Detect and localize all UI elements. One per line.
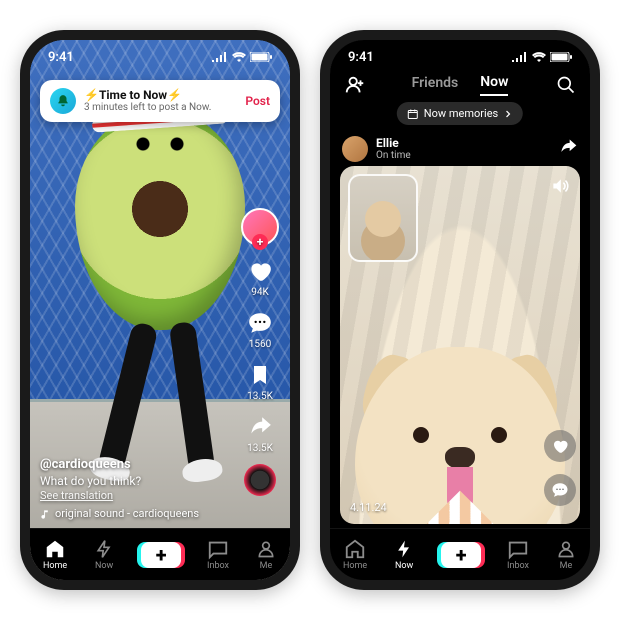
share-icon <box>245 412 275 442</box>
tab-home-label-2: Home <box>343 561 367 571</box>
now-like-button[interactable] <box>544 430 576 462</box>
tab-home-2[interactable]: Home <box>343 538 367 571</box>
now-memories-chip[interactable]: Now memories <box>397 102 523 125</box>
battery-icon <box>550 52 572 62</box>
author-avatar[interactable]: + <box>241 208 279 246</box>
bookmark-icon <box>245 360 275 390</box>
tab-now-label: Now <box>95 561 113 571</box>
comment-button[interactable]: 1560 <box>245 308 275 350</box>
now-comment-button[interactable] <box>544 474 576 506</box>
now-timestamp: 4.11.24 <box>350 501 387 514</box>
screen-left: 9:41 ⚡Time to Now⚡ 3 minutes left to pos… <box>30 40 290 580</box>
like-count: 94K <box>251 287 269 298</box>
comment-icon <box>245 308 275 338</box>
poster-meta: Ellie On time <box>376 137 411 161</box>
bell-icon <box>50 88 76 114</box>
profile-icon <box>555 538 577 560</box>
tab-home-label: Home <box>43 561 67 571</box>
selfie-thumbnail[interactable] <box>348 174 418 262</box>
tab-now[interactable]: Now <box>93 538 115 571</box>
create-button[interactable]: + <box>141 542 181 568</box>
memories-icon <box>407 108 419 120</box>
tab-me-label: Me <box>260 561 273 571</box>
username[interactable]: @cardioqueens <box>40 456 220 474</box>
status-time-2: 9:41 <box>348 50 374 65</box>
banner-post-button[interactable]: Post <box>245 94 270 108</box>
phone-left: 9:41 ⚡Time to Now⚡ 3 minutes left to pos… <box>20 30 300 590</box>
caption-text: What do you think? <box>40 473 220 489</box>
tab-inbox[interactable]: Inbox <box>207 538 229 571</box>
now-card[interactable]: 4.11.24 <box>340 166 580 524</box>
battery-icon <box>250 52 272 62</box>
bottom-nav-2: Home Now + Inbox Me <box>330 528 590 580</box>
poster-name[interactable]: Ellie <box>376 137 411 150</box>
now-photo-dog <box>355 347 565 524</box>
home-icon <box>344 538 366 560</box>
inbox-icon <box>507 538 529 560</box>
post-share-button[interactable] <box>558 137 578 161</box>
now-banner[interactable]: ⚡Time to Now⚡ 3 minutes left to post a N… <box>40 80 280 122</box>
plus-icon: + <box>156 545 167 565</box>
status-icons <box>212 52 272 62</box>
save-button[interactable]: 13.5K <box>245 360 275 402</box>
sound-disc[interactable] <box>244 464 276 496</box>
action-rail: + 94K 1560 13.5K <box>236 208 284 496</box>
signal-icon <box>512 52 528 62</box>
chevron-right-icon <box>503 109 513 119</box>
tab-inbox-label: Inbox <box>207 561 229 571</box>
share-count: 13.5K <box>247 443 273 454</box>
create-button-2[interactable]: + <box>441 542 481 568</box>
status-icons-2 <box>512 52 572 62</box>
see-translation[interactable]: See translation <box>40 489 220 504</box>
status-bar: 9:41 <box>30 40 290 74</box>
music-note-icon <box>40 509 51 520</box>
follow-plus-icon[interactable]: + <box>252 234 268 250</box>
volume-button[interactable] <box>550 176 570 200</box>
status-bar-2: 9:41 <box>330 40 590 74</box>
banner-title: ⚡Time to Now⚡ <box>84 89 237 102</box>
signal-icon <box>212 52 228 62</box>
poster-avatar[interactable] <box>342 136 368 162</box>
tab-now-top[interactable]: Now <box>480 74 508 96</box>
tab-inbox-label-2: Inbox <box>507 561 529 571</box>
tab-me-label-2: Me <box>560 561 573 571</box>
caption-area: @cardioqueens What do you think? See tra… <box>40 456 220 522</box>
search-button[interactable] <box>556 75 576 95</box>
plus-icon: + <box>456 545 467 565</box>
banner-subtitle: 3 minutes left to post a Now. <box>84 102 237 113</box>
phone-right: 9:41 Friends Now Now memories <box>320 30 600 590</box>
heart-icon <box>245 256 275 286</box>
banner-text: ⚡Time to Now⚡ 3 minutes left to post a N… <box>84 89 237 113</box>
bottom-nav: Home Now + Inbox Me <box>30 528 290 580</box>
status-time: 9:41 <box>48 50 74 65</box>
now-memories-label: Now memories <box>424 107 498 120</box>
now-action-rail <box>544 430 576 506</box>
now-header: Friends Now <box>330 74 590 96</box>
tab-home[interactable]: Home <box>43 538 67 571</box>
tab-now-2[interactable]: Now <box>393 538 415 571</box>
screen-right: 9:41 Friends Now Now memories <box>330 40 590 580</box>
share-button[interactable]: 13.5K <box>245 412 275 454</box>
save-count: 13.5K <box>247 391 273 402</box>
inbox-icon <box>207 538 229 560</box>
tab-now-label-2: Now <box>395 561 413 571</box>
now-bolt-icon <box>93 538 115 560</box>
tab-inbox-2[interactable]: Inbox <box>507 538 529 571</box>
wifi-icon <box>232 52 246 62</box>
like-button[interactable]: 94K <box>245 256 275 298</box>
sound-row[interactable]: original sound - cardioqueens <box>40 507 220 522</box>
tab-me-2[interactable]: Me <box>555 538 577 571</box>
poster-status: On time <box>376 150 411 161</box>
add-friends-button[interactable] <box>344 74 366 96</box>
wifi-icon <box>532 52 546 62</box>
tab-friends[interactable]: Friends <box>412 75 459 95</box>
now-bolt-icon <box>393 538 415 560</box>
tab-me[interactable]: Me <box>255 538 277 571</box>
home-icon <box>44 538 66 560</box>
comment-count: 1560 <box>249 339 271 350</box>
sound-label: original sound - cardioqueens <box>55 507 199 522</box>
profile-icon <box>255 538 277 560</box>
post-header: Ellie On time <box>342 136 578 162</box>
